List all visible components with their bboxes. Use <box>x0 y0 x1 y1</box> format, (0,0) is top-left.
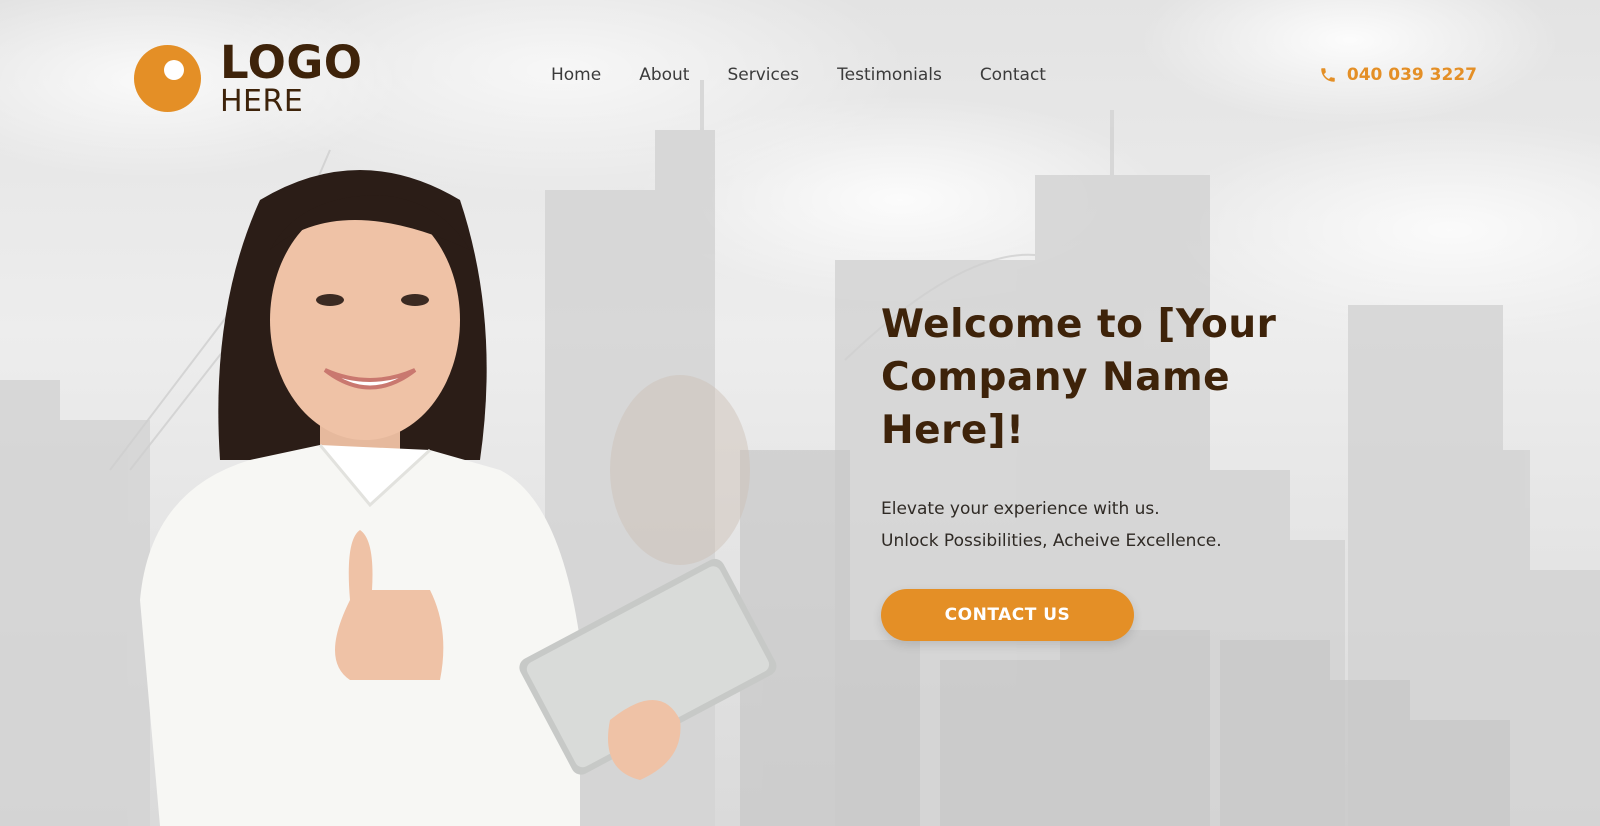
logo-text-line2: HERE <box>220 84 304 119</box>
logo[interactable]: LOGO HERE <box>134 40 363 117</box>
woman-with-tablet-image <box>140 170 777 826</box>
hero-subtext-line2: Unlock Possibilities, Acheive Excellence… <box>881 531 1222 551</box>
nav-contact[interactable]: Contact <box>980 65 1046 85</box>
logo-mark-icon <box>134 45 201 112</box>
phone-number: 040 039 3227 <box>1346 65 1477 85</box>
logo-text-line1: LOGO <box>220 36 363 89</box>
nav-about[interactable]: About <box>639 65 689 85</box>
hero-section: LOGO HERE Home About Services Testimonia… <box>0 0 1600 826</box>
phone-icon <box>1321 68 1335 82</box>
nav-testimonials[interactable]: Testimonials <box>837 65 942 85</box>
main-nav: Home About Services Testimonials Contact <box>551 65 1046 85</box>
header-phone[interactable]: 040 039 3227 <box>1319 65 1477 85</box>
hero-headline: Welcome to [Your Company Name Here]! <box>881 302 1277 453</box>
hero-subtext: Elevate your experience with us. Unlock … <box>881 493 1222 557</box>
hero-subtext-line1: Elevate your experience with us. <box>881 499 1160 519</box>
nav-home[interactable]: Home <box>551 65 601 85</box>
contact-us-button[interactable]: CONTACT US <box>881 589 1134 641</box>
nav-services[interactable]: Services <box>727 65 799 85</box>
